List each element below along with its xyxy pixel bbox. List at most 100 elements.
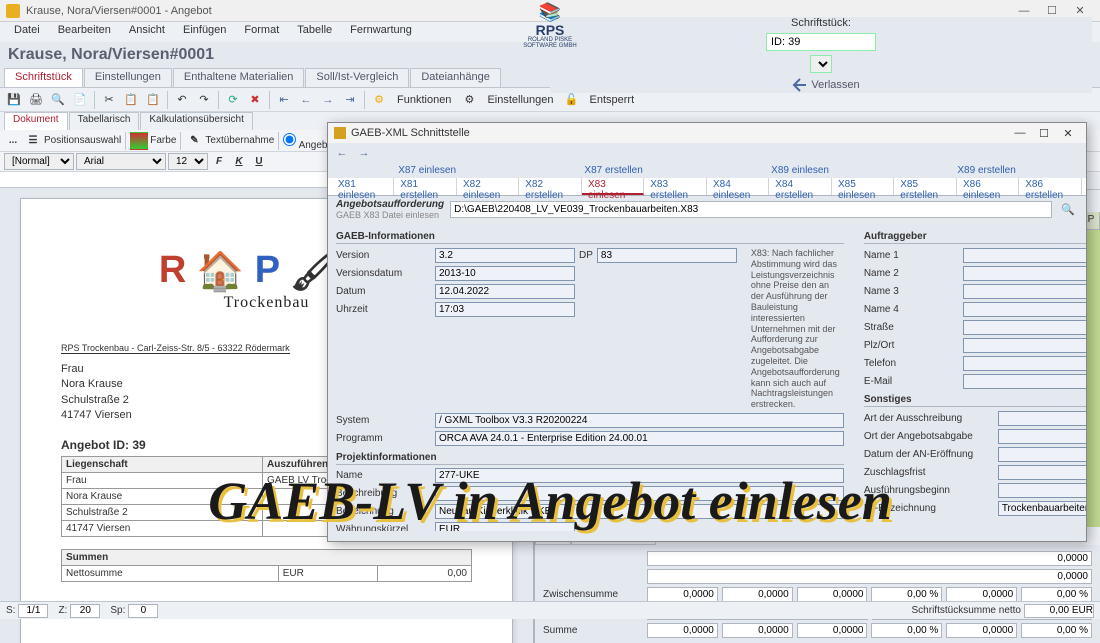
dgroup-x87er[interactable]: X87 erstellen <box>584 165 642 176</box>
subtab-kalkulation[interactable]: Kalkulationsübersicht <box>140 112 253 130</box>
page-input[interactable] <box>18 604 48 618</box>
wkurz-input[interactable] <box>435 522 575 531</box>
system-input[interactable] <box>435 413 844 428</box>
dtab-x82er[interactable]: X82 erstellen <box>519 178 582 195</box>
menu-datei[interactable]: Datei <box>6 22 48 42</box>
telefon-input[interactable] <box>963 356 1086 371</box>
strasse-input[interactable] <box>963 320 1086 335</box>
font-select[interactable]: Arial <box>76 153 166 170</box>
dialog-min-button[interactable]: — <box>1008 127 1032 139</box>
datum-input[interactable] <box>435 284 575 299</box>
gear-icon[interactable]: ⚙ <box>459 90 479 110</box>
tab-schriftstueck[interactable]: Schriftstück <box>4 68 83 87</box>
dgroup-x89e[interactable]: X89 einlesen <box>771 165 829 176</box>
refresh-icon[interactable]: ⟳ <box>223 90 243 110</box>
bezeichnung-input[interactable] <box>435 504 844 519</box>
size-select[interactable]: 12 <box>168 153 208 170</box>
name4-input[interactable] <box>963 302 1086 317</box>
zuschlag-input[interactable] <box>998 465 1086 480</box>
menu-bearbeiten[interactable]: Bearbeiten <box>50 22 119 42</box>
name3-input[interactable] <box>963 284 1086 299</box>
pdf-icon[interactable]: 📄 <box>70 90 90 110</box>
dgroup-x87e[interactable]: X87 einlesen <box>398 165 456 176</box>
farbe-label[interactable]: Farbe <box>150 135 176 146</box>
print-icon[interactable]: 🖨 <box>26 90 46 110</box>
zwischensumme-input[interactable] <box>647 587 718 602</box>
cut-icon[interactable]: ✂ <box>99 90 119 110</box>
nav-last-icon[interactable]: ⇥ <box>340 90 360 110</box>
dialog-close-button[interactable]: ✕ <box>1056 127 1080 140</box>
menu-format[interactable]: Format <box>236 22 287 42</box>
sp-input[interactable] <box>128 604 158 618</box>
text-icon[interactable]: ✎ <box>185 132 203 150</box>
d-nav1-icon[interactable]: ← <box>332 143 352 163</box>
dtab-x83er[interactable]: X83 erstellen <box>644 178 707 195</box>
beschreibung-input[interactable] <box>435 486 844 501</box>
z-input[interactable] <box>70 604 100 618</box>
dialog-max-button[interactable]: ☐ <box>1032 127 1056 140</box>
name1-input[interactable] <box>963 248 1086 263</box>
italic-button[interactable]: K <box>230 153 248 171</box>
d-nav2-icon[interactable]: → <box>354 143 374 163</box>
ort-input[interactable] <box>998 429 1086 444</box>
dgroup-x89er[interactable]: X89 erstellen <box>957 165 1015 176</box>
tab-materialien[interactable]: Enthaltene Materialien <box>173 68 304 87</box>
versionsdatum-input[interactable] <box>435 266 575 281</box>
underline-button[interactable]: U <box>250 153 268 171</box>
dtab-x81e[interactable]: X81 einlesen <box>332 178 394 195</box>
dtab-x83e[interactable]: X83 einlesen <box>582 178 644 195</box>
funktionen-button[interactable]: Funktionen <box>391 94 457 106</box>
lv-bez-input[interactable] <box>998 501 1086 516</box>
datum-an-input[interactable] <box>998 447 1086 462</box>
verlassen-button[interactable]: Verlassen <box>792 77 859 93</box>
menu-ansicht[interactable]: Ansicht <box>121 22 173 42</box>
search-icon[interactable]: 🔍 <box>1058 200 1078 220</box>
undo-icon[interactable]: ↶ <box>172 90 192 110</box>
dtab-x84er[interactable]: X84 erstellen <box>769 178 832 195</box>
name2-input[interactable] <box>963 266 1086 281</box>
version-input[interactable] <box>435 248 575 263</box>
paste-icon[interactable]: 📋 <box>143 90 163 110</box>
art-input[interactable] <box>998 411 1086 426</box>
einstellungen-button[interactable]: Einstellungen <box>481 94 559 106</box>
uhrzeit-input[interactable] <box>435 302 575 317</box>
plz-input[interactable] <box>963 338 1086 353</box>
nav-prev-icon[interactable]: ← <box>296 90 316 110</box>
positionsauswahl-label[interactable]: Positionsauswahl <box>44 135 121 146</box>
redo-icon[interactable]: ↷ <box>194 90 214 110</box>
nav-next-icon[interactable]: → <box>318 90 338 110</box>
dtab-x84e[interactable]: X84 einlesen <box>707 178 769 195</box>
dtab-x86e[interactable]: X86 einlesen <box>957 178 1019 195</box>
preview-icon[interactable]: 🔍 <box>48 90 68 110</box>
copy-icon[interactable]: 📋 <box>121 90 141 110</box>
nav-first-icon[interactable]: ⇤ <box>274 90 294 110</box>
color-icon[interactable] <box>130 132 148 150</box>
browse-icon[interactable]: ... <box>4 132 22 150</box>
schriftstueck-input[interactable] <box>766 33 876 51</box>
tab-einstellungen[interactable]: Einstellungen <box>84 68 172 87</box>
list-icon[interactable]: ☰ <box>24 132 42 150</box>
delete-icon[interactable]: ✖ <box>245 90 265 110</box>
ausf-beginn-input[interactable] <box>998 483 1086 498</box>
dtab-x85e[interactable]: X85 einlesen <box>832 178 894 195</box>
projekt-name-input[interactable] <box>435 468 844 483</box>
summe-input[interactable] <box>647 623 718 638</box>
dtab-x86er[interactable]: X86 erstellen <box>1019 178 1082 195</box>
dp-input[interactable] <box>597 248 737 263</box>
textuebernahme-label[interactable]: Textübernahme <box>205 135 274 146</box>
programm-input[interactable] <box>435 431 844 446</box>
menu-fernwartung[interactable]: Fernwartung <box>342 22 420 42</box>
bold-button[interactable]: F <box>210 153 228 171</box>
tab-dateianhaenge[interactable]: Dateianhänge <box>410 68 501 87</box>
style-select[interactable]: [Normal] <box>4 153 74 170</box>
subtab-dokument[interactable]: Dokument <box>4 112 68 130</box>
schriftstueck-dropdown[interactable] <box>810 55 832 73</box>
subtab-tabellarisch[interactable]: Tabellarisch <box>69 112 140 130</box>
menu-tabelle[interactable]: Tabelle <box>289 22 340 42</box>
file-path-input[interactable] <box>450 201 1052 218</box>
dtab-x85er[interactable]: X85 erstellen <box>894 178 957 195</box>
email-input[interactable] <box>963 374 1086 389</box>
menu-einfuegen[interactable]: Einfügen <box>175 22 234 42</box>
star-icon[interactable]: ⚙ <box>369 90 389 110</box>
dtab-x82e[interactable]: X82 einlesen <box>457 178 519 195</box>
